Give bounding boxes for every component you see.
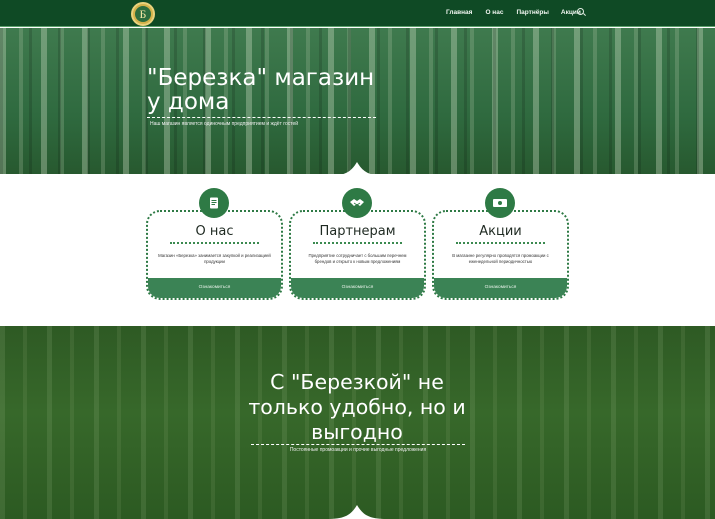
- card-divider: [313, 242, 402, 244]
- book-icon: [199, 188, 229, 218]
- card-button[interactable]: Ознакомиться: [434, 278, 567, 298]
- hero-title: "Березка" магазин у дома: [147, 66, 374, 114]
- logo-letter: Б: [135, 6, 151, 22]
- hero-divider: [147, 117, 376, 118]
- card-text: В магазине регулярно проводятся промоакц…: [452, 253, 549, 264]
- handshake-icon: [342, 188, 372, 218]
- features-section: О нас Магазин «Березка» занимается закуп…: [0, 174, 715, 326]
- menu-item-home[interactable]: Главная: [446, 9, 472, 16]
- hero-section: "Березка" магазин у дома Наш магазин явл…: [0, 28, 715, 174]
- card-divider: [170, 242, 259, 244]
- hero-title-line1: "Березка" магазин: [147, 65, 375, 91]
- menu-item-partners[interactable]: Партнёры: [516, 9, 548, 16]
- card-about: О нас Магазин «Березка» занимается закуп…: [146, 210, 283, 300]
- hero-title-line2: у дома: [147, 89, 230, 115]
- promo-subtitle: Постоянные промоакции и прочие выгодные …: [289, 447, 427, 453]
- card-text: Предприятие сотрудничает с большим переч…: [308, 253, 407, 264]
- card-title: Партнерам: [319, 224, 396, 239]
- promo-title: С "Березкой" не только удобно, но и выго…: [248, 370, 466, 444]
- logo[interactable]: Б: [131, 2, 155, 26]
- search-icon[interactable]: [577, 8, 584, 15]
- promo-section: С "Березкой" не только удобно, но и выго…: [0, 326, 715, 519]
- card-promotions: Акции В магазине регулярно проводятся пр…: [432, 210, 569, 300]
- main-menu: Главная О нас Партнёры Акции: [446, 9, 593, 16]
- promo-divider: [251, 444, 465, 445]
- card-title: О нас: [195, 224, 234, 239]
- promo-bottom-notch: [327, 505, 387, 519]
- money-icon: [485, 188, 515, 218]
- hero-subtitle: Наш магазин является одиночным предприят…: [150, 121, 299, 127]
- top-navbar: Б Главная О нас Партнёры Акции: [0, 0, 715, 27]
- card-title: Акции: [479, 224, 522, 239]
- card-divider: [456, 242, 545, 244]
- card-text: Магазин «Березка» занимается закупкой и …: [158, 253, 271, 264]
- card-button[interactable]: Ознакомиться: [291, 278, 424, 298]
- card-button[interactable]: Ознакомиться: [148, 278, 281, 298]
- menu-item-about[interactable]: О нас: [485, 9, 503, 16]
- card-partners: Партнерам Предприятие сотрудничает с бол…: [289, 210, 426, 300]
